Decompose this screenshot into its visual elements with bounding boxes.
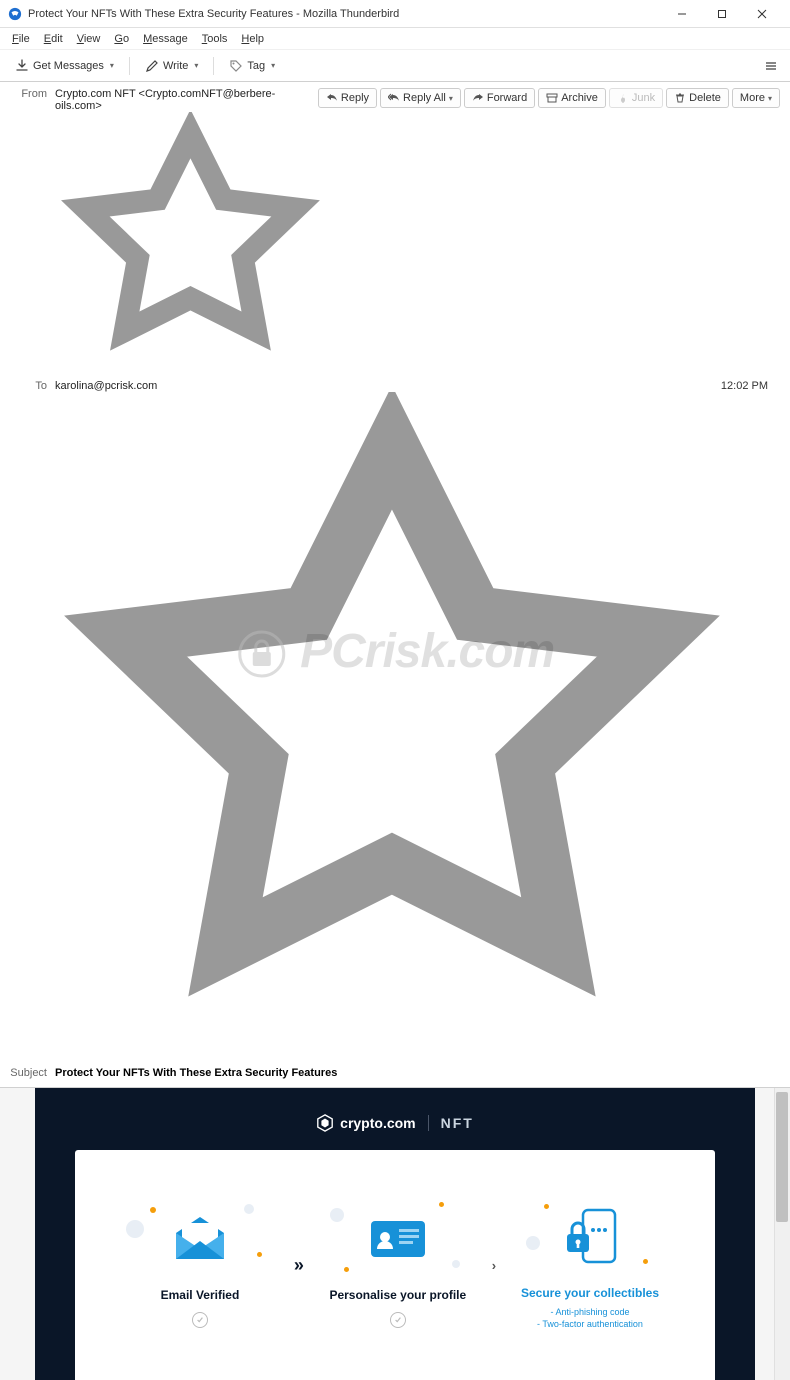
window-title: Protect Your NFTs With These Extra Secur…	[28, 8, 662, 20]
window-controls	[662, 0, 782, 28]
flame-icon	[617, 93, 629, 103]
message-body-area[interactable]: crypto.com NFT Email Verified	[0, 1088, 790, 1380]
brand-text: crypto.com	[340, 1115, 415, 1131]
forward-button[interactable]: Forward	[464, 88, 535, 108]
more-label: More	[740, 92, 765, 104]
header-to-row: To karolina@pcrisk.com 12:02 PM	[0, 380, 790, 1063]
from-value: Crypto.com NFT <Crypto.comNFT@berbere-oi…	[55, 88, 318, 378]
from-label: From	[10, 88, 55, 100]
arrow-icon: ›	[492, 1258, 496, 1273]
write-button[interactable]: Write ▾	[136, 54, 207, 78]
subject-label: Subject	[10, 1067, 55, 1079]
subject-row: Subject Protect Your NFTs With These Ext…	[0, 1063, 790, 1088]
minimize-button[interactable]	[662, 0, 702, 28]
step3-sub2: - Two-factor authentication	[510, 1318, 670, 1331]
toolbar-separator	[129, 57, 130, 75]
close-button[interactable]	[742, 0, 782, 28]
archive-icon	[546, 93, 558, 103]
chevron-down-icon: ▾	[768, 94, 772, 103]
menu-icon[interactable]	[764, 59, 778, 73]
arrow-icon: »	[294, 1255, 304, 1276]
thunderbird-icon	[8, 7, 22, 21]
chevron-down-icon: ▾	[110, 61, 114, 70]
junk-button[interactable]: Junk	[609, 88, 663, 108]
envelope-illustration	[120, 1202, 280, 1274]
tag-button[interactable]: Tag ▾	[220, 54, 284, 78]
pencil-icon	[145, 59, 159, 73]
menu-go[interactable]: Go	[108, 31, 135, 47]
delete-button[interactable]: Delete	[666, 88, 729, 108]
reply-button[interactable]: Reply	[318, 88, 377, 108]
menu-file[interactable]: File	[6, 31, 36, 47]
step-personalise-profile: Personalise your profile	[318, 1202, 478, 1329]
reply-all-label: Reply All	[403, 92, 446, 104]
tag-icon	[229, 59, 243, 73]
menu-tools[interactable]: Tools	[196, 31, 234, 47]
nft-text: NFT	[441, 1115, 474, 1131]
archive-button[interactable]: Archive	[538, 88, 606, 108]
header-from-row: From Crypto.com NFT <Crypto.comNFT@berbe…	[0, 82, 790, 380]
menu-edit[interactable]: Edit	[38, 31, 69, 47]
get-messages-label: Get Messages	[33, 60, 104, 72]
reply-label: Reply	[341, 92, 369, 104]
step3-title: Secure your collectibles	[510, 1286, 670, 1300]
email-card: Email Verified » Personalise your profil…	[75, 1150, 715, 1380]
to-address[interactable]: karolina@pcrisk.com	[55, 380, 157, 392]
scrollbar[interactable]: ▾	[774, 1088, 790, 1380]
trash-icon	[674, 93, 686, 103]
star-icon[interactable]	[59, 1049, 725, 1061]
more-button[interactable]: More▾	[732, 88, 780, 108]
get-messages-button[interactable]: Get Messages ▾	[6, 54, 123, 78]
menu-bar: File Edit View Go Message Tools Help	[0, 28, 790, 50]
brand-logo: crypto.com	[316, 1114, 415, 1132]
from-address[interactable]: Crypto.com NFT <Crypto.comNFT@berbere-oi…	[55, 88, 275, 112]
onboarding-steps: Email Verified » Personalise your profil…	[115, 1200, 675, 1331]
delete-label: Delete	[689, 92, 721, 104]
reply-all-button[interactable]: Reply All▾	[380, 88, 461, 108]
forward-icon	[472, 93, 484, 103]
email-body: crypto.com NFT Email Verified	[35, 1088, 755, 1380]
reply-all-icon	[388, 93, 400, 103]
toolbar: Get Messages ▾ Write ▾ Tag ▾	[0, 50, 790, 82]
chevron-down-icon: ▾	[449, 94, 453, 103]
download-icon	[15, 59, 29, 73]
menu-message[interactable]: Message	[137, 31, 194, 47]
id-card-illustration	[318, 1202, 478, 1274]
menu-view[interactable]: View	[71, 31, 107, 47]
reply-icon	[326, 93, 338, 103]
chevron-down-icon: ▾	[271, 61, 275, 70]
brand-separator	[428, 1115, 429, 1131]
toolbar-separator	[213, 57, 214, 75]
junk-label: Junk	[632, 92, 655, 104]
tag-label: Tag	[247, 60, 265, 72]
crypto-icon	[316, 1114, 334, 1132]
step-email-verified: Email Verified	[120, 1202, 280, 1329]
chevron-down-icon: ▾	[194, 61, 198, 70]
header-actions: Reply Reply All▾ Forward Archive Junk De…	[318, 88, 780, 108]
star-icon[interactable]	[59, 366, 322, 378]
archive-label: Archive	[561, 92, 598, 104]
write-label: Write	[163, 60, 188, 72]
lock-phone-illustration	[510, 1200, 670, 1272]
to-value: karolina@pcrisk.com	[55, 380, 721, 1061]
check-icon	[192, 1312, 208, 1328]
subject-value: Protect Your NFTs With These Extra Secur…	[55, 1067, 337, 1079]
brand-bar: crypto.com NFT	[35, 1104, 755, 1150]
title-bar: Protect Your NFTs With These Extra Secur…	[0, 0, 790, 28]
message-time: 12:02 PM	[721, 380, 780, 392]
step2-title: Personalise your profile	[318, 1288, 478, 1302]
maximize-button[interactable]	[702, 0, 742, 28]
scroll-thumb[interactable]	[776, 1092, 788, 1222]
forward-label: Forward	[487, 92, 527, 104]
step1-title: Email Verified	[120, 1288, 280, 1302]
check-icon	[390, 1312, 406, 1328]
menu-help[interactable]: Help	[235, 31, 270, 47]
step-secure-collectibles: Secure your collectibles - Anti-phishing…	[510, 1200, 670, 1331]
to-label: To	[10, 380, 55, 392]
step3-sub1: - Anti-phishing code	[510, 1306, 670, 1319]
